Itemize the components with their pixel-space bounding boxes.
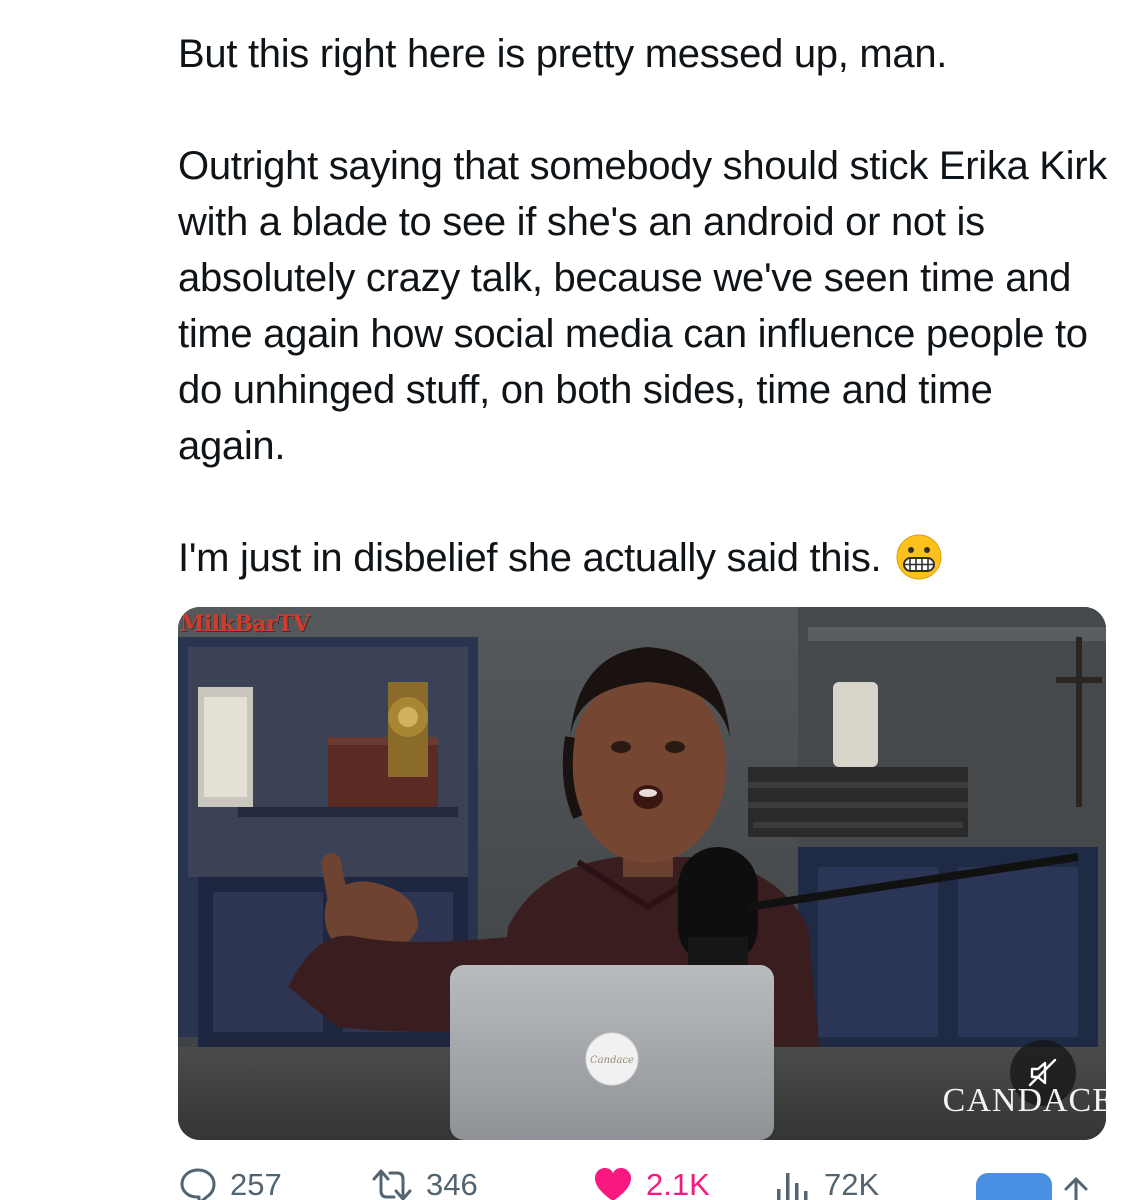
post-paragraph-1: But this right here is pretty messed up,…	[178, 32, 948, 76]
action-bar: 257 346 2.1K 72K	[178, 1165, 1133, 1200]
video-frame: Candace	[178, 607, 1106, 1140]
post-text: But this right here is pretty messed up,…	[178, 26, 1108, 586]
video-player[interactable]: Candace MilkBarTV CANDACE	[178, 607, 1106, 1140]
heart-icon	[595, 1168, 631, 1200]
repost-icon	[372, 1169, 412, 1200]
post-paragraph-2: Outright saying that somebody should sti…	[178, 144, 1107, 468]
like-button[interactable]: 2.1K	[592, 1165, 710, 1200]
reply-count: 257	[230, 1167, 282, 1200]
repost-button[interactable]: 346	[370, 1165, 478, 1200]
post-paragraph-3-text: I'm just in disbelief she actually said …	[178, 536, 882, 580]
reply-icon	[180, 1168, 216, 1200]
brand-overlay-text: CANDACE	[942, 1082, 1106, 1119]
post-paragraph-3: I'm just in disbelief she actually said …	[178, 530, 1108, 586]
grimacing-face-emoji-icon	[896, 534, 942, 580]
share-button[interactable]	[976, 1173, 1096, 1200]
repost-count: 346	[426, 1167, 478, 1200]
like-count: 2.1K	[646, 1167, 710, 1200]
views-button[interactable]: 72K	[772, 1165, 879, 1200]
laptop-sticker-text: Candace	[590, 1055, 634, 1066]
share-icon	[976, 1173, 1088, 1200]
views-count: 72K	[824, 1167, 880, 1200]
reply-button[interactable]: 257	[178, 1165, 282, 1200]
views-icon	[777, 1173, 808, 1200]
watermark-text: MilkBarTV	[180, 611, 310, 637]
